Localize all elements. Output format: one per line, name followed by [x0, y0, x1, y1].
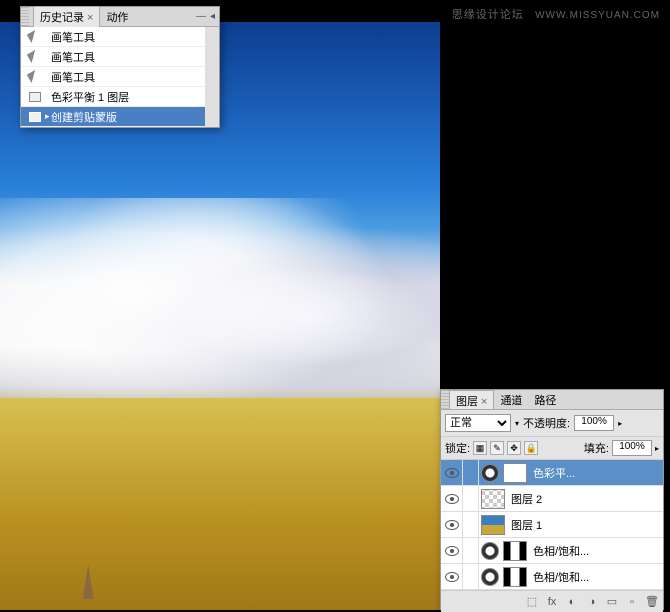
layer-row[interactable]: 图层 1	[441, 512, 663, 538]
history-list: 画笔工具 画笔工具 画笔工具 色彩平衡 1 图层 ▸ 创建剪贴蒙版	[21, 27, 219, 127]
adjustment-thumb-icon[interactable]	[481, 542, 499, 560]
tab-actions[interactable]: 动作	[100, 7, 134, 27]
brush-icon	[27, 48, 43, 64]
link-col[interactable]	[463, 512, 479, 537]
lock-transparency-icon[interactable]: ▦	[473, 441, 487, 455]
layer-icon	[29, 92, 41, 102]
layer-row[interactable]: 色相/饱和...	[441, 538, 663, 564]
link-col[interactable]	[463, 486, 479, 511]
link-col[interactable]	[463, 460, 479, 485]
mask-thumb-icon[interactable]	[503, 541, 527, 561]
mask-thumb-icon[interactable]	[503, 567, 527, 587]
chevron-right-icon[interactable]: ▸	[618, 419, 622, 428]
new-layer-icon[interactable]: ▫	[625, 595, 639, 609]
layer-thumb-icon[interactable]	[481, 515, 505, 535]
adjustment-icon[interactable]: ◑	[585, 595, 599, 609]
history-item[interactable]: 画笔工具	[21, 27, 205, 47]
fill-label: 填充:	[584, 440, 609, 456]
current-marker-icon: ▸	[45, 111, 50, 122]
lock-paint-icon[interactable]: ✎	[490, 441, 504, 455]
brush-icon	[27, 68, 43, 84]
blend-mode-select[interactable]: 正常	[445, 414, 511, 432]
watermark-title: 思缘设计论坛	[452, 9, 524, 21]
layer-row[interactable]: 图层 2	[441, 486, 663, 512]
history-panel-header[interactable]: 历史记录× 动作 — ◂	[21, 7, 219, 27]
tab-channels[interactable]: 通道	[494, 390, 528, 409]
layers-panel: 图层× 通道 路径 正常 ▾ 不透明度: 100% ▸ 锁定: ▦ ✎ ✥ 🔒 …	[440, 389, 664, 610]
layers-list: 色彩平... 图层 2 图层 1 色相/饱和... 色相/饱和...	[441, 460, 663, 590]
link-layers-icon[interactable]: ⬚	[525, 595, 539, 609]
adjustment-thumb-icon[interactable]	[481, 568, 499, 586]
lock-row: 锁定: ▦ ✎ ✥ 🔒 填充: 100% ▸	[441, 437, 663, 460]
panel-drag-handle[interactable]	[21, 7, 29, 26]
adjustment-thumb-icon[interactable]	[481, 464, 499, 482]
visibility-icon[interactable]	[445, 468, 459, 478]
tab-layers[interactable]: 图层×	[449, 390, 494, 409]
tab-history[interactable]: 历史记录×	[33, 6, 100, 27]
fill-input[interactable]: 100%	[612, 440, 652, 456]
link-col[interactable]	[463, 564, 479, 589]
layer-thumb-icon[interactable]	[481, 489, 505, 509]
history-item[interactable]: 色彩平衡 1 图层	[21, 87, 205, 107]
watermark-url: WWW.MISSYUAN.COM	[535, 10, 660, 21]
visibility-icon[interactable]	[445, 520, 459, 530]
layer-icon	[29, 112, 41, 122]
watermark: 思缘设计论坛 WWW.MISSYUAN.COM	[452, 6, 660, 22]
tab-paths[interactable]: 路径	[528, 390, 562, 409]
layer-options-row: 正常 ▾ 不透明度: 100% ▸	[441, 410, 663, 437]
history-item[interactable]: 画笔工具	[21, 67, 205, 87]
close-icon[interactable]: ×	[481, 396, 487, 408]
scrollbar[interactable]	[205, 27, 219, 127]
lock-move-icon[interactable]: ✥	[507, 441, 521, 455]
brush-icon	[27, 28, 43, 44]
ground-decoration	[0, 398, 440, 610]
mask-thumb-icon[interactable]	[503, 463, 527, 483]
history-panel: 历史记录× 动作 — ◂ 画笔工具 画笔工具	[20, 6, 220, 128]
chevron-down-icon[interactable]: ▾	[515, 419, 519, 428]
trash-icon[interactable]: 🗑	[645, 595, 659, 609]
menu-icon[interactable]: ◂	[210, 11, 215, 22]
opacity-label: 不透明度:	[523, 415, 570, 431]
layers-panel-header[interactable]: 图层× 通道 路径	[441, 390, 663, 410]
history-item[interactable]: 画笔工具	[21, 47, 205, 67]
fx-icon[interactable]: fx	[545, 595, 559, 609]
rock-decoration	[79, 564, 97, 599]
mask-icon[interactable]: ◐	[565, 595, 579, 609]
history-item[interactable]: ▸ 创建剪贴蒙版	[21, 107, 205, 127]
panel-drag-handle[interactable]	[441, 390, 449, 409]
chevron-right-icon[interactable]: ▸	[655, 444, 659, 453]
opacity-input[interactable]: 100%	[574, 415, 614, 431]
visibility-icon[interactable]	[445, 546, 459, 556]
link-col[interactable]	[463, 538, 479, 563]
visibility-icon[interactable]	[445, 572, 459, 582]
layer-row[interactable]: 色彩平...	[441, 460, 663, 486]
folder-icon[interactable]: ▭	[605, 595, 619, 609]
layers-footer: ⬚ fx ◐ ◑ ▭ ▫ 🗑	[441, 590, 663, 612]
layer-row[interactable]: 色相/饱和...	[441, 564, 663, 590]
lock-all-icon[interactable]: 🔒	[524, 441, 538, 455]
minimize-icon[interactable]: —	[196, 11, 206, 22]
lock-label: 锁定:	[445, 440, 470, 456]
visibility-icon[interactable]	[445, 494, 459, 504]
close-icon[interactable]: ×	[87, 12, 93, 24]
